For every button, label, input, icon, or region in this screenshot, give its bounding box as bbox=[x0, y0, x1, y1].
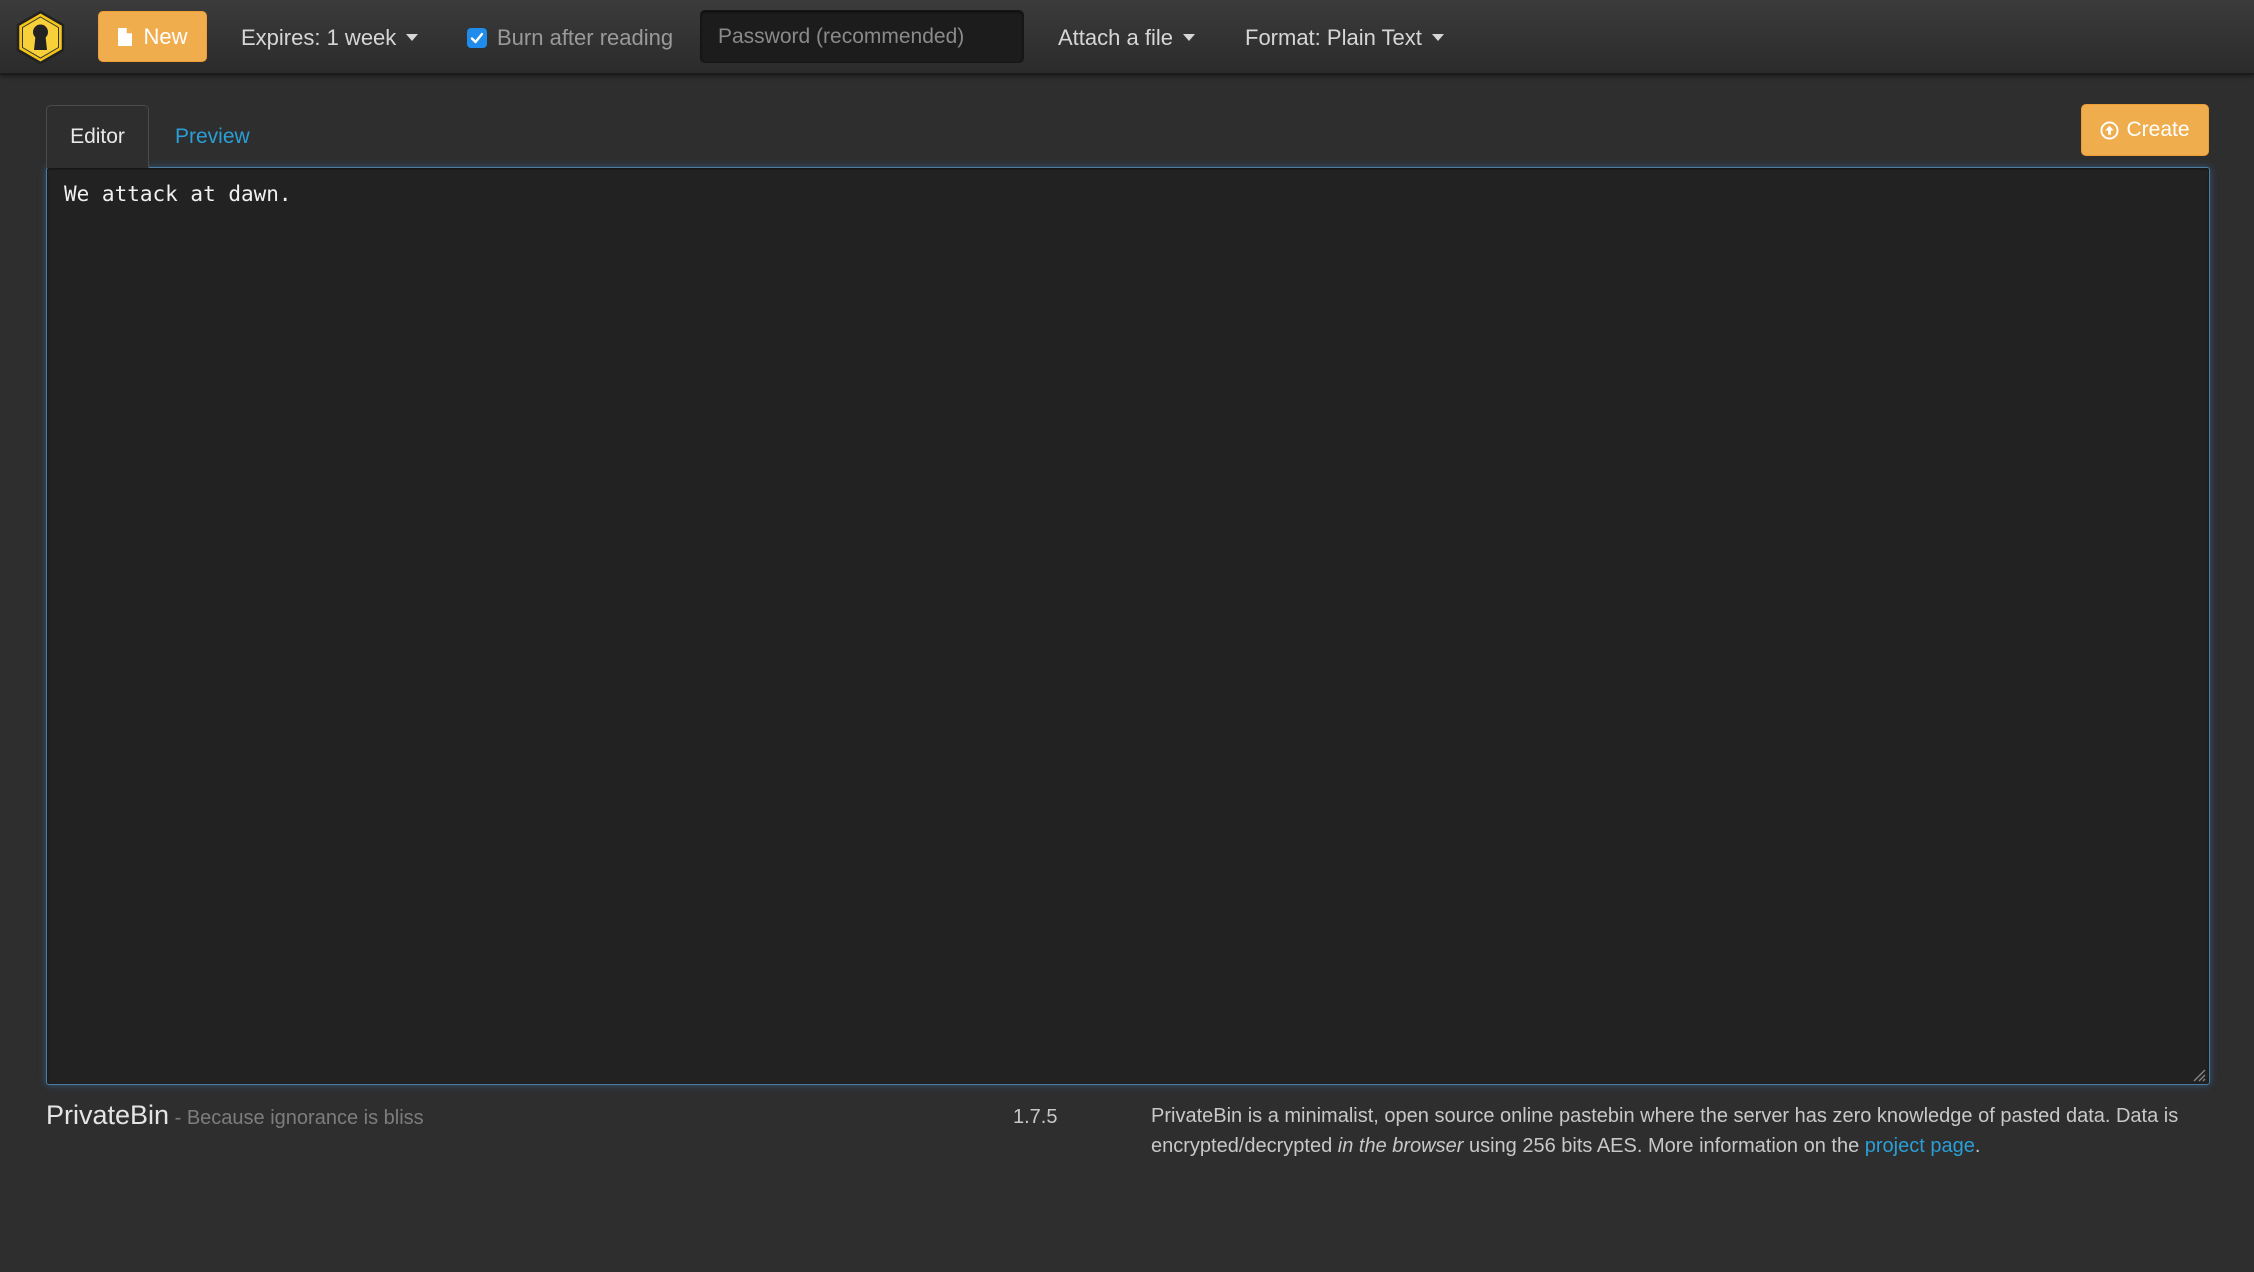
format-dropdown[interactable]: Format: Plain Text bbox=[1245, 0, 1444, 75]
privatebin-logo-icon[interactable] bbox=[13, 10, 68, 65]
footer-version: 1.7.5 bbox=[1013, 1106, 1058, 1128]
check-icon bbox=[470, 32, 484, 43]
file-icon bbox=[118, 27, 133, 46]
top-navbar: New Expires: 1 week Burn after reading A… bbox=[0, 0, 2254, 75]
about-text-part2: using 256 bits AES. More information on … bbox=[1463, 1135, 1865, 1157]
new-paste-button[interactable]: New bbox=[98, 11, 207, 62]
create-button[interactable]: Create bbox=[2081, 104, 2209, 156]
format-label: Format: Plain Text bbox=[1245, 24, 1422, 50]
upload-circle-icon bbox=[2100, 120, 2120, 140]
footer-brand: PrivateBin - Because ignorance is bliss bbox=[46, 1100, 424, 1131]
attach-file-dropdown[interactable]: Attach a file bbox=[1058, 0, 1195, 75]
chevron-down-icon bbox=[1431, 34, 1444, 41]
expires-label: Expires: 1 week bbox=[241, 24, 397, 50]
paste-editor-textarea[interactable]: We attack at dawn. bbox=[46, 167, 2210, 1085]
project-page-link[interactable]: project page bbox=[1865, 1135, 1975, 1157]
burn-after-reading-toggle[interactable]: Burn after reading bbox=[467, 0, 673, 75]
footer-brand-name: PrivateBin bbox=[46, 1100, 170, 1130]
footer-tagline: - Because ignorance is bliss bbox=[169, 1107, 424, 1129]
footer-about-text: PrivateBin is a minimalist, open source … bbox=[1151, 1101, 2211, 1161]
expires-dropdown[interactable]: Expires: 1 week bbox=[241, 0, 419, 75]
password-input[interactable] bbox=[700, 10, 1024, 63]
new-button-label: New bbox=[143, 23, 188, 49]
burn-checkbox[interactable] bbox=[467, 27, 487, 48]
chevron-down-icon bbox=[1182, 34, 1195, 41]
chevron-down-icon bbox=[406, 34, 419, 41]
about-text-end: . bbox=[1974, 1135, 1981, 1157]
tab-editor[interactable]: Editor bbox=[46, 105, 149, 168]
create-button-label: Create bbox=[2126, 118, 2190, 141]
burn-label: Burn after reading bbox=[497, 24, 674, 50]
about-text-italic: in the browser bbox=[1337, 1135, 1464, 1157]
attach-label: Attach a file bbox=[1058, 24, 1173, 50]
resize-handle-icon[interactable] bbox=[2192, 1068, 2206, 1082]
tab-preview[interactable]: Preview bbox=[175, 105, 250, 168]
